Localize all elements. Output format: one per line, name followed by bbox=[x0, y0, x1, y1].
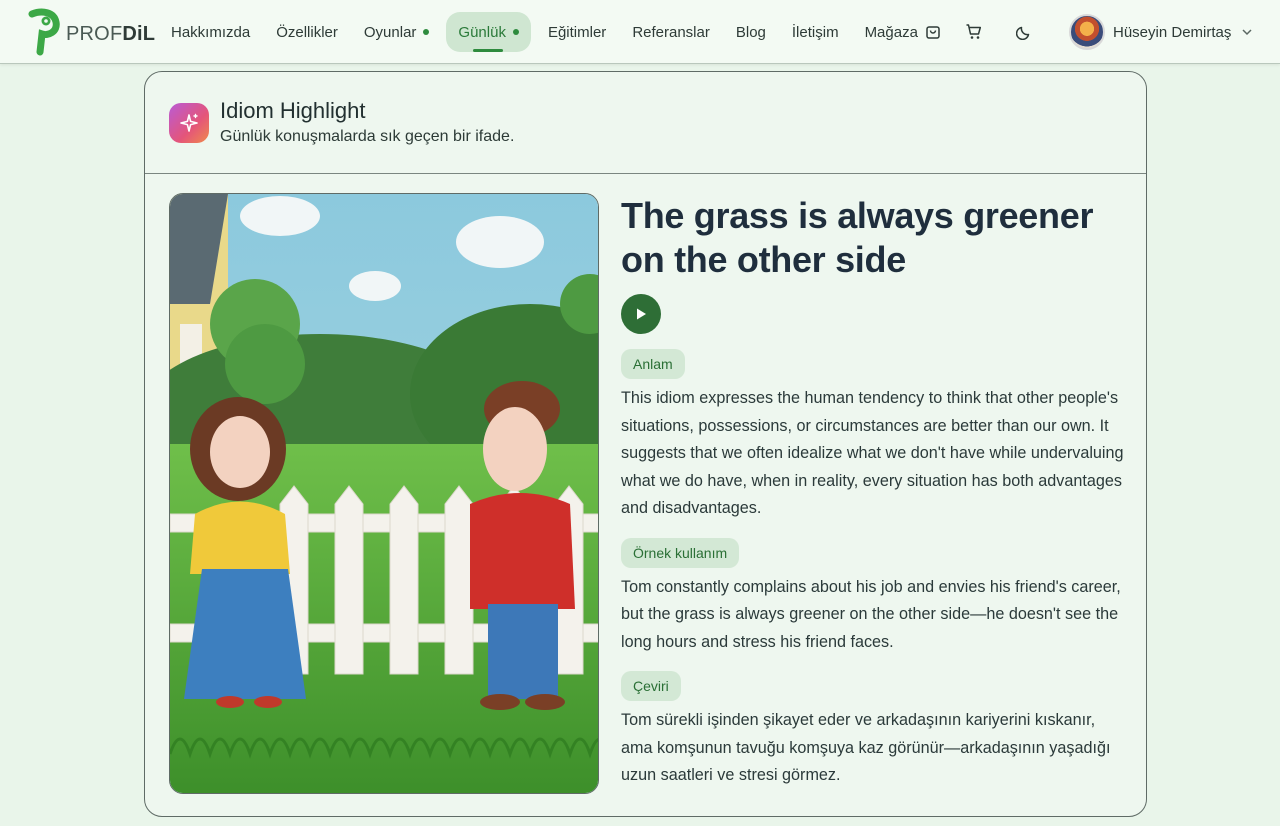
nav-item-label: Blog bbox=[735, 23, 766, 41]
card-header: Idiom Highlight Günlük konuşmalarda sık … bbox=[145, 72, 1146, 174]
translation-text: Tom sürekli işinden şikayet eder ve arka… bbox=[621, 711, 1111, 784]
idiom-phrase: The grass is always greener on the other… bbox=[621, 195, 1094, 280]
main-nav: Hakkımızda Özellikler Oyunlar Günlük Eği… bbox=[162, 12, 1040, 52]
avatar bbox=[1069, 14, 1105, 50]
play-icon bbox=[637, 308, 646, 320]
idiom-content: The grass is always greener on the other… bbox=[621, 193, 1131, 790]
example-tag: Örnek kullanım bbox=[621, 537, 740, 568]
idiom-card: Idiom Highlight Günlük konuşmalarda sık … bbox=[144, 71, 1147, 817]
nav-item-oyunlar[interactable]: Oyunlar bbox=[355, 12, 439, 52]
nav-item-blog[interactable]: Blog bbox=[727, 12, 775, 52]
nav-item-label: Referanslar bbox=[632, 23, 710, 41]
nav-item-label: Oyunlar bbox=[363, 23, 417, 41]
nav-item-label: Mağaza bbox=[864, 23, 918, 41]
nav-item-iletisim[interactable]: İletişim bbox=[783, 12, 848, 52]
card-title: Idiom Highlight bbox=[220, 98, 366, 123]
nav-item-hakkimizda[interactable]: Hakkımızda bbox=[162, 12, 259, 52]
nav-item-magaza[interactable]: Mağaza bbox=[856, 12, 950, 52]
brand-logo[interactable]: PROFDiL bbox=[24, 8, 155, 56]
cart-button[interactable] bbox=[958, 16, 990, 48]
nav-item-label: İletişim bbox=[791, 23, 839, 41]
bag-icon bbox=[925, 24, 941, 40]
brand-wordmark: PROFDiL bbox=[66, 22, 156, 45]
top-navbar: PROFDiL Hakkımızda Özellikler Oyunlar Gü… bbox=[0, 0, 1280, 64]
nav-item-egitimler[interactable]: Eğitimler bbox=[539, 12, 615, 52]
new-dot-indicator bbox=[512, 29, 519, 35]
idiom-illustration bbox=[169, 193, 599, 794]
nav-item-label: Hakkımızda bbox=[171, 23, 251, 41]
cart-icon bbox=[966, 24, 981, 39]
nav-item-referanslar[interactable]: Referanslar bbox=[623, 12, 719, 52]
card-subtitle: Günlük konuşmalarda sık geçen bir ifade. bbox=[220, 128, 515, 145]
new-dot-indicator bbox=[423, 29, 430, 35]
meaning-tag: Anlam bbox=[621, 349, 685, 379]
nav-item-ozellikler[interactable]: Özellikler bbox=[267, 12, 347, 52]
nav-item-label: Özellikler bbox=[276, 23, 338, 41]
play-audio-button[interactable] bbox=[621, 294, 661, 334]
logo-mark-icon bbox=[28, 8, 60, 56]
meaning-text: This idiom expresses the human tendency … bbox=[621, 389, 1124, 517]
moon-icon bbox=[1015, 26, 1030, 40]
sparkle-icon bbox=[169, 103, 209, 143]
theme-toggle-button[interactable] bbox=[1008, 16, 1040, 48]
user-menu[interactable]: Hüseyin Demirtaş bbox=[1069, 14, 1253, 50]
user-name: Hüseyin Demirtaş bbox=[1113, 23, 1232, 41]
nav-item-gunluk[interactable]: Günlük bbox=[446, 12, 531, 52]
example-text: Tom constantly complains about his job a… bbox=[621, 577, 1121, 651]
translation-tag: Çeviri bbox=[621, 671, 681, 701]
nav-item-label: Eğitimler bbox=[547, 23, 607, 41]
chevron-down-icon bbox=[1242, 29, 1252, 36]
nav-item-label: Günlük bbox=[458, 23, 506, 41]
